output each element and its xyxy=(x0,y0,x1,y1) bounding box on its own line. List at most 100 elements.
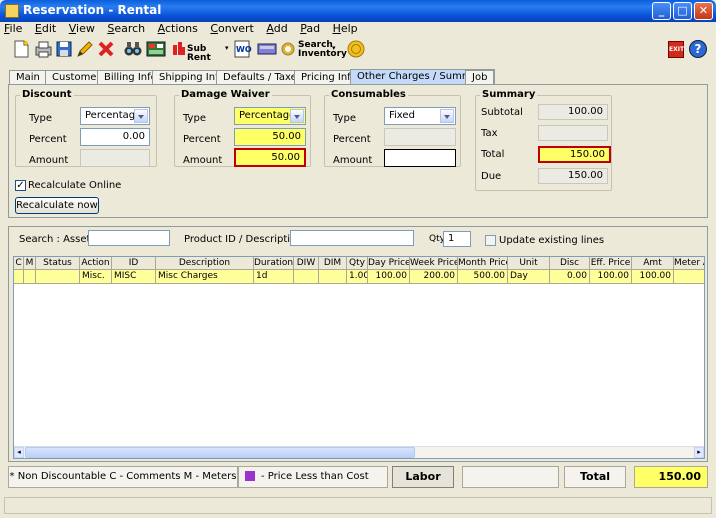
col-header-action[interactable]: Action xyxy=(80,257,112,270)
row-cell-amt[interactable]: 100.00 xyxy=(632,270,674,284)
maximize-button[interactable]: □ xyxy=(673,2,692,20)
delete-icon[interactable] xyxy=(95,38,117,60)
menu-search[interactable]: Search xyxy=(107,22,145,35)
consumables-percent-label: Percent xyxy=(333,134,371,145)
menu-file[interactable]: File xyxy=(4,22,22,35)
col-header-amt[interactable]: Amt xyxy=(632,257,674,270)
scroll-thumb[interactable] xyxy=(25,447,415,458)
close-button[interactable]: ✕ xyxy=(694,2,713,20)
chevron-down-icon[interactable] xyxy=(290,109,304,123)
line-items-grid[interactable]: C M Status Action ID Description Duratio… xyxy=(13,256,705,459)
col-header-eff-price[interactable]: Eff. Price xyxy=(590,257,632,270)
print-icon[interactable] xyxy=(32,38,54,60)
row-cell-duration[interactable]: 1d xyxy=(254,270,294,284)
col-header-description[interactable]: Description xyxy=(156,257,254,270)
col-header-c[interactable]: C xyxy=(14,257,24,270)
subtotal-label: Subtotal xyxy=(481,107,523,118)
row-cell-disc[interactable]: 0.00 xyxy=(550,270,590,284)
col-header-dim[interactable]: DIM xyxy=(319,257,347,270)
binoculars-icon[interactable] xyxy=(122,38,144,60)
work-order-button[interactable]: WO xyxy=(231,38,252,60)
menu-add[interactable]: Add xyxy=(266,22,287,35)
discount-type-select[interactable]: Percentage xyxy=(80,107,150,125)
help-button[interactable]: ? xyxy=(687,38,707,60)
search-inventory-label: Search Inventory xyxy=(298,40,347,59)
menu-pad[interactable]: Pad xyxy=(300,22,320,35)
qty-input[interactable]: 1 xyxy=(443,231,471,247)
col-header-id[interactable]: ID xyxy=(112,257,156,270)
row-cell-description[interactable]: Misc Charges xyxy=(156,270,254,284)
update-existing-checkbox[interactable] xyxy=(485,235,496,246)
product-search-input[interactable] xyxy=(290,230,414,246)
total-label: Total xyxy=(481,149,505,160)
sub-rent-button[interactable]: Sub Rent xyxy=(170,38,224,63)
col-header-diw[interactable]: DIW xyxy=(294,257,319,270)
row-cell-unit[interactable]: Day xyxy=(508,270,550,284)
tab-main[interactable]: Main xyxy=(9,70,47,85)
row-cell-eff-price[interactable]: 100.00 xyxy=(590,270,632,284)
tax-field xyxy=(538,125,608,141)
row-cell-id[interactable]: MISC xyxy=(112,270,156,284)
exit-button[interactable]: EXIT xyxy=(666,38,684,60)
row-cell-c[interactable] xyxy=(14,270,24,284)
col-header-day-price[interactable]: Day Price xyxy=(368,257,410,270)
col-header-status[interactable]: Status xyxy=(36,257,80,270)
col-header-m[interactable]: M xyxy=(24,257,36,270)
scroll-left-icon[interactable]: ◂ xyxy=(14,447,24,458)
truck-icon[interactable] xyxy=(255,38,279,60)
menu-view[interactable]: View xyxy=(69,22,95,35)
col-header-disc[interactable]: Disc xyxy=(550,257,590,270)
col-header-week-price[interactable]: Week Price xyxy=(410,257,458,270)
recalculate-now-button[interactable]: Recalculate now xyxy=(15,197,99,214)
discount-percent-label: Percent xyxy=(29,134,67,145)
money-icon[interactable] xyxy=(345,38,367,60)
damage-waiver-amount-field[interactable]: 50.00 xyxy=(234,148,306,167)
row-cell-qty[interactable]: 1.00 xyxy=(347,270,368,284)
chevron-down-icon[interactable] xyxy=(440,109,454,123)
new-icon[interactable] xyxy=(10,38,32,60)
labor-button[interactable]: Labor xyxy=(392,466,454,488)
edit-pencil-icon[interactable] xyxy=(74,38,96,60)
menu-actions[interactable]: Actions xyxy=(158,22,198,35)
save-icon[interactable] xyxy=(53,38,75,60)
row-cell-action[interactable]: Misc. xyxy=(80,270,112,284)
row-cell-meter[interactable] xyxy=(674,270,704,284)
row-cell-month-price[interactable]: 500.00 xyxy=(458,270,508,284)
search-inventory-button[interactable]: Search Inventory xyxy=(278,38,347,60)
consumables-amount-field[interactable] xyxy=(384,149,456,167)
col-header-qty[interactable]: Qty xyxy=(347,257,368,270)
row-cell-status[interactable] xyxy=(36,270,80,284)
row-cell-week-price[interactable]: 200.00 xyxy=(410,270,458,284)
tab-job[interactable]: Job xyxy=(465,70,495,85)
update-existing-label: Update existing lines xyxy=(499,235,605,246)
horizontal-scrollbar[interactable]: ◂ ▸ xyxy=(14,446,704,458)
col-header-duration[interactable]: Duration xyxy=(254,257,294,270)
consumables-type-select[interactable]: Fixed xyxy=(384,107,456,125)
calculator-icon[interactable] xyxy=(144,38,168,60)
asset-search-input[interactable] xyxy=(88,230,170,246)
menu-convert[interactable]: Convert xyxy=(210,22,254,35)
col-header-month-price[interactable]: Month Price xyxy=(458,257,508,270)
search-inventory-dropdown-icon[interactable]: ▾ xyxy=(331,38,337,60)
discount-percent-field[interactable]: 0.00 xyxy=(80,128,150,146)
sub-rent-dropdown-icon[interactable]: ▾ xyxy=(224,38,230,60)
scroll-right-icon[interactable]: ▸ xyxy=(694,447,704,458)
col-header-meter[interactable]: Meter A xyxy=(674,257,704,270)
menu-help[interactable]: Help xyxy=(333,22,358,35)
other-charges-panel: Discount Type Percentage Percent 0.00 Am… xyxy=(8,84,708,218)
product-search-label: Product ID / Description xyxy=(184,234,303,245)
damage-waiver-percent-field[interactable]: 50.00 xyxy=(234,128,306,146)
row-cell-m[interactable] xyxy=(24,270,36,284)
damage-waiver-percent-label: Percent xyxy=(183,134,221,145)
chevron-down-icon[interactable] xyxy=(134,109,148,123)
row-cell-diw[interactable] xyxy=(294,270,319,284)
menu-edit[interactable]: Edit xyxy=(35,22,56,35)
recalc-online-checkbox[interactable]: ✓ xyxy=(15,180,26,191)
damage-waiver-type-select[interactable]: Percentage xyxy=(234,107,306,125)
menu-bar: File Edit View Search Actions Convert Ad… xyxy=(4,22,712,36)
row-cell-dim[interactable] xyxy=(319,270,347,284)
help-icon: ? xyxy=(689,40,707,58)
minimize-button[interactable]: _ xyxy=(652,2,671,20)
row-cell-day-price[interactable]: 100.00 xyxy=(368,270,410,284)
col-header-unit[interactable]: Unit xyxy=(508,257,550,270)
